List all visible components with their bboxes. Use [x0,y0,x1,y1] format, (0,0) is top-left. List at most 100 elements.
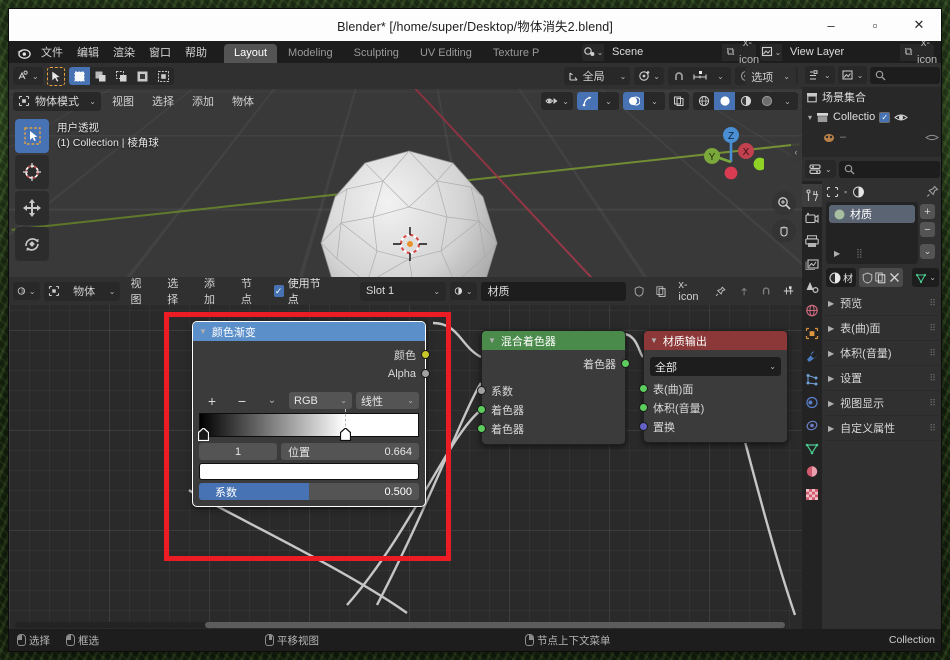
rendered-icon[interactable] [756,92,777,110]
properties-tab-world[interactable] [802,299,822,322]
eye-icon[interactable] [894,112,908,123]
menu-file[interactable]: 文件 [34,42,70,62]
mesh-data-selector[interactable]: ⌄ [912,268,939,287]
select-mode-group[interactable] [69,67,174,85]
panel-grip-icon[interactable]: ⠿ [929,398,937,409]
pivot-point-selector[interactable]: ⌄ [634,67,664,85]
properties-tab-render[interactable] [802,207,822,230]
viewport-menu-object[interactable]: 物体 [225,92,261,110]
node-editor-hscrollbar-thumb[interactable] [205,622,785,628]
use-nodes-checkbox[interactable]: ✓ [274,285,284,297]
menu-window[interactable]: 窗口 [142,42,178,62]
material-output-node-header[interactable]: ▼ 材质输出 [644,331,787,350]
socket-shader2-input[interactable] [477,424,486,433]
ramp-menu-button[interactable]: ⌄ [259,392,285,409]
viewlayer-selector[interactable]: ⌄ View Layer ⧉ x-icon [760,44,934,61]
properties-tab-material[interactable] [802,460,822,483]
outliner-row-collection[interactable]: ▾ Collectio ✓ [802,107,942,127]
mix-shader-node-header[interactable]: ▼ 混合着色器 [482,331,625,350]
workspace-tab-layout[interactable]: Layout [224,44,277,63]
scene-selector[interactable]: ⌄ Scene ⧉ x-icon [582,44,756,61]
panel-expand-icon[interactable]: ▶ [828,424,834,433]
material-sphere-icon[interactable] [852,186,865,198]
node-menu-select[interactable]: 选择 [160,277,193,308]
material-output-node[interactable]: ▼ 材质输出 全部 ⌄ 表(曲)面 [643,330,788,443]
snap-group[interactable]: ⌄ [668,67,731,85]
socket-volume-input[interactable] [639,403,648,412]
workspace-tab-sculpting[interactable]: Sculpting [344,44,409,63]
properties-tab-output[interactable] [802,230,822,253]
remove-slot-button[interactable]: − [920,222,935,237]
collapse-triangle-icon[interactable]: ▼ [488,336,496,345]
ramp-stop-index[interactable]: 1 [199,443,277,460]
snap-icon[interactable] [757,282,775,300]
fake-user-icon[interactable] [862,272,873,284]
add-stop-button[interactable]: + [199,392,225,409]
socket-alpha-output[interactable] [421,369,430,378]
workspace-tab-texturepaint[interactable]: Texture P [483,44,549,63]
collapse-triangle-icon[interactable]: ▼ [199,327,207,336]
socket-fac-input[interactable] [477,386,486,395]
slot-expand-icon[interactable]: ▶ [834,249,840,258]
socket-surface-input[interactable] [639,384,648,393]
properties-tab-tool[interactable] [802,184,822,207]
menu-render[interactable]: 渲染 [106,42,142,62]
use-nodes-toggle[interactable]: ✓ 使用节点 [274,277,325,307]
color-mode-selector[interactable]: RGB ⌄ [289,392,352,409]
slot-menu-button[interactable]: ⌄ [920,244,935,259]
fake-user-icon[interactable] [630,282,648,300]
select-subtract-icon[interactable] [111,67,132,85]
panel-preview[interactable]: ▶ 预览 ⠿ [826,291,939,316]
panel-expand-icon[interactable]: ▶ [828,324,834,333]
viewlayer-name-field[interactable]: View Layer [782,44,900,61]
material-browse-selector[interactable]: 材 [826,268,856,287]
workspace-tab-modeling[interactable]: Modeling [278,44,343,63]
menu-edit[interactable]: 编辑 [70,42,106,62]
ramp-position-field[interactable]: 位置 0.664 [281,443,419,460]
panel-grip-icon[interactable]: ⠿ [929,323,937,334]
shading-group[interactable]: ⌄ [693,92,798,110]
panel-settings[interactable]: ▶ 设置 ⠿ [826,366,939,391]
visibility-selector[interactable]: ⌄ [541,92,573,110]
magnet-icon[interactable] [668,67,689,85]
material-name-field[interactable]: 材质 [481,282,626,301]
transform-orientation-selector[interactable]: 全局 ⌄ [564,67,631,85]
ramp-stop-1-selected[interactable] [340,428,351,441]
editor-type-properties-icon[interactable]: ⌄ [805,160,836,178]
remove-stop-button[interactable]: − [229,392,255,409]
collection-checkbox[interactable]: ✓ [879,112,890,123]
gizmo-chevron-down-icon[interactable]: ⌄ [598,92,619,110]
select-invert-icon[interactable] [132,67,153,85]
node-menu-view[interactable]: 视图 [124,277,157,308]
eye-icon[interactable] [925,132,939,143]
snap-increment-icon[interactable] [689,67,710,85]
new-material-icon[interactable] [875,272,887,284]
viewport-sidebar-collapse-icon[interactable]: ‹ [791,141,801,163]
go-to-parent-icon[interactable] [735,282,753,300]
select-extend-icon[interactable] [90,67,111,85]
interpolation-selector[interactable]: 线性 ⌄ [356,392,419,409]
workspace-tab-uvediting[interactable]: UV Editing [410,44,482,63]
shader-type-selector[interactable]: 物体 ⌄ [44,282,120,301]
node-menu-node[interactable]: 节点 [234,277,267,308]
material-slot-row[interactable]: 材质 [829,205,915,223]
overlays-icon[interactable] [623,92,644,110]
mix-shader-input-shader1[interactable]: 着色器 [482,400,625,419]
properties-tab-object[interactable] [802,322,822,345]
expander-triangle-icon[interactable]: ▾ [808,113,812,122]
outliner-display-icon[interactable]: ⌄ [805,66,835,84]
color-ramp-output-alpha[interactable]: Alpha [193,364,425,383]
outliner-row-scene-collection[interactable]: 场景集合 [802,87,942,107]
blender-logo-icon[interactable] [12,42,34,62]
rotate-tool-icon[interactable] [15,227,49,261]
panel-surface[interactable]: ▶ 表(曲)面 ⠿ [826,316,939,341]
output-input-surface[interactable]: 表(曲)面 [644,379,787,398]
outliner-editor[interactable]: ⌄ ⌄ 场景集合 ▾ Co [802,63,942,157]
outliner-row-object[interactable]: – [802,127,942,147]
cursor-tool-icon[interactable] [15,155,49,189]
menu-help[interactable]: 帮助 [178,42,214,62]
mix-shader-node[interactable]: ▼ 混合着色器 着色器 系数 着色器 [481,330,626,445]
select-tool-active[interactable] [47,67,65,86]
viewport-menu-add[interactable]: 添加 [185,92,221,110]
overlay-chevron-down-icon[interactable]: ⌄ [644,92,665,110]
